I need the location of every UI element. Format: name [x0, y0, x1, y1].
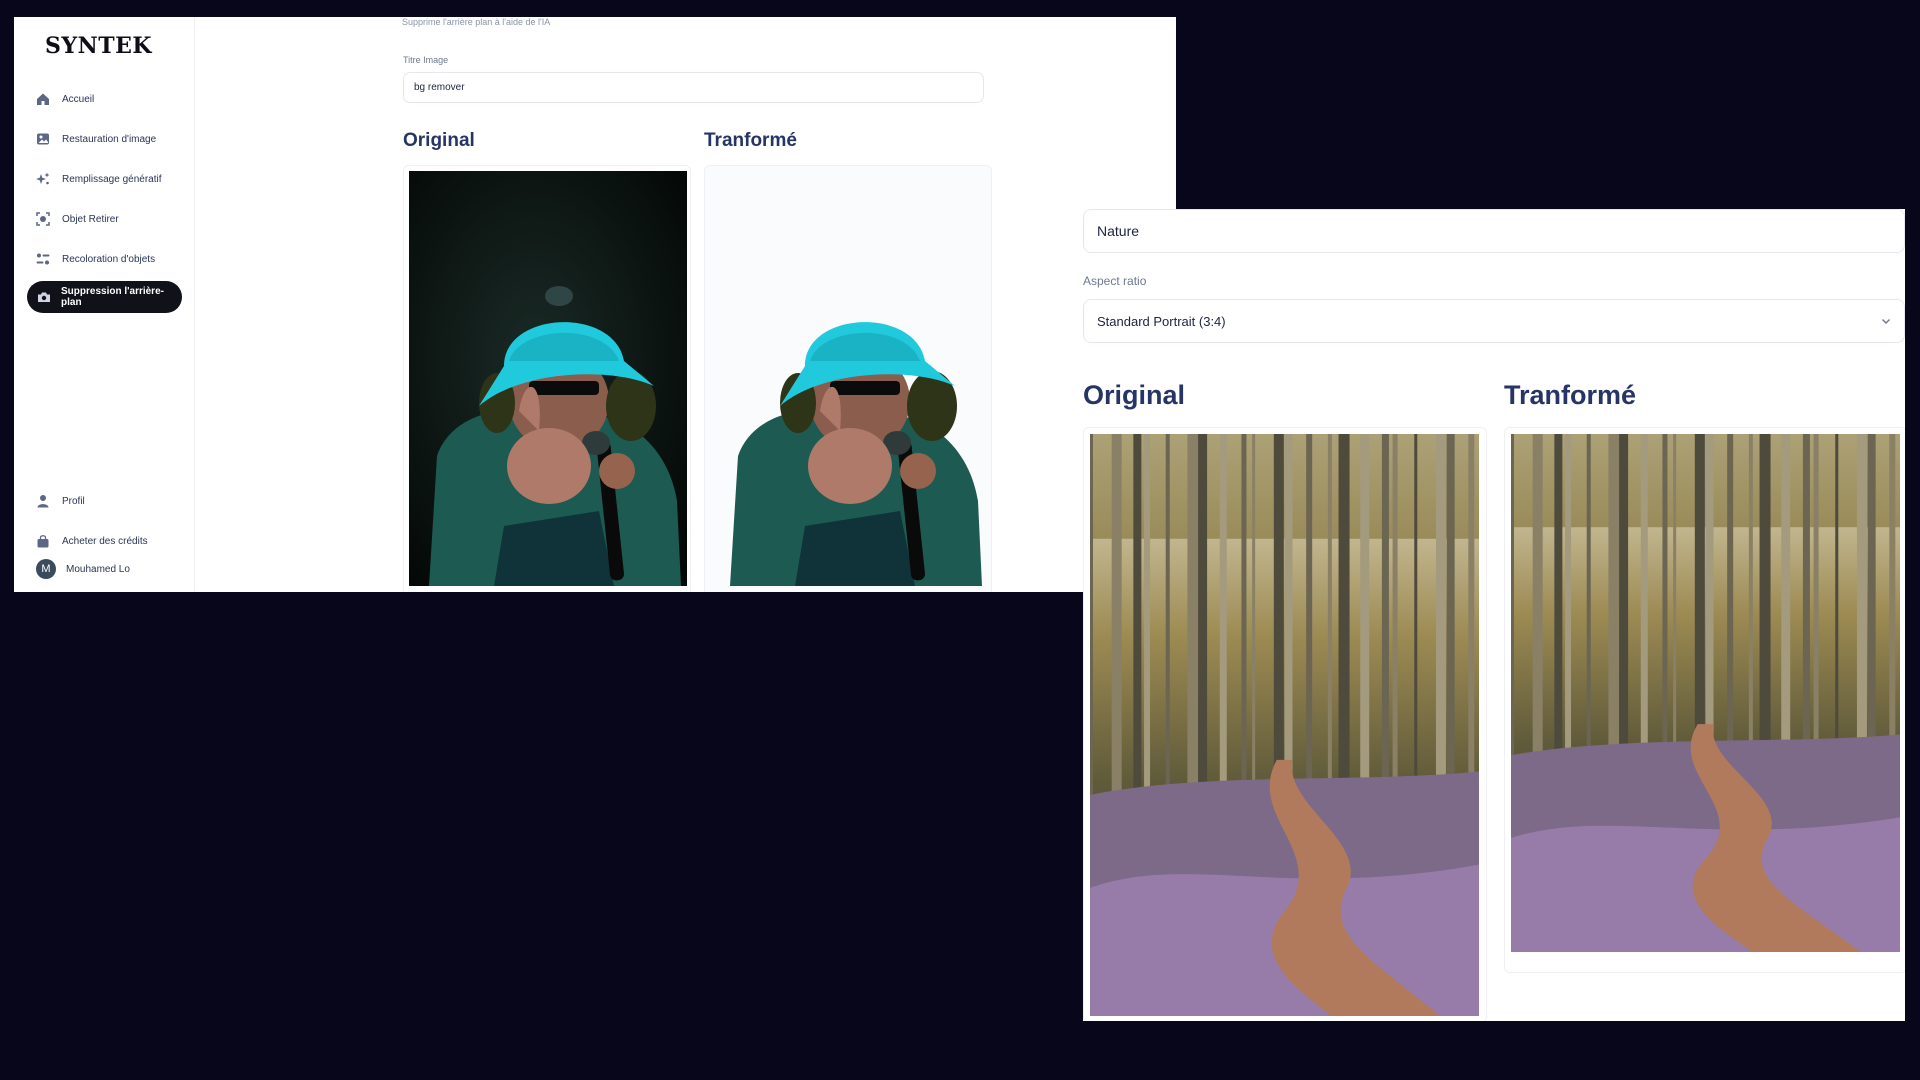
sidebar: SYNTEK Accueil Restauration d'image Remp…: [14, 17, 195, 592]
avatar: M: [36, 559, 56, 579]
sidebar-item-remplissage[interactable]: Remplissage génératif: [26, 163, 180, 195]
sidebar-item-label: Recoloration d'objets: [62, 253, 156, 265]
sidebar-item-label: Accueil: [62, 93, 95, 105]
user-name: Mouhamed Lo: [66, 563, 130, 575]
sidebar-item-restauration[interactable]: Restauration d'image: [26, 123, 180, 155]
aspect-ratio-value: Standard Portrait (3:4): [1097, 313, 1226, 329]
image-restore-icon: [36, 132, 50, 146]
app-logo[interactable]: SYNTEK: [45, 33, 152, 59]
user-icon: [36, 494, 50, 508]
title-field-label: Titre Image: [403, 55, 449, 65]
sidebar-item-label: Objet Retirer: [62, 213, 119, 225]
transformed-image-card: [1504, 427, 1905, 973]
original-image-card: [403, 165, 691, 592]
sidebar-item-label: Profil: [62, 495, 85, 507]
original-image: [409, 171, 687, 586]
title-input[interactable]: [403, 72, 984, 103]
user-menu[interactable]: M Mouhamed Lo: [36, 559, 130, 579]
sidebar-item-label: Remplissage génératif: [62, 173, 162, 185]
transformed-image-card: [704, 165, 992, 592]
shopping-bag-icon: [36, 534, 50, 548]
aspect-ratio-select[interactable]: Standard Portrait (3:4): [1083, 299, 1905, 343]
chevron-down-icon: [1880, 315, 1892, 327]
original-heading: Original: [403, 130, 475, 151]
bg-removal-window: SYNTEK Accueil Restauration d'image Remp…: [14, 17, 1176, 592]
sidebar-item-recoloration[interactable]: Recoloration d'objets: [26, 243, 180, 275]
home-icon: [36, 92, 50, 106]
sidebar-item-objet-retirer[interactable]: Objet Retirer: [26, 203, 180, 235]
original-heading: Original: [1083, 380, 1186, 410]
palette-icon: [36, 252, 50, 266]
generative-fill-window: Aspect ratio Standard Portrait (3:4) Ori…: [1083, 209, 1905, 1021]
sidebar-item-acheter-credits[interactable]: Acheter des crédits: [26, 525, 180, 557]
sidebar-item-accueil[interactable]: Accueil: [26, 83, 180, 115]
sidebar-item-profil[interactable]: Profil: [26, 485, 180, 517]
sidebar-item-label: Restauration d'image: [62, 133, 157, 145]
transformed-heading: Tranformé: [1504, 380, 1637, 410]
sidebar-item-suppression[interactable]: Suppression l'arrière-plan: [27, 281, 182, 313]
sidebar-item-label: Suppression l'arrière-plan: [61, 286, 164, 308]
sparkles-icon: [36, 172, 50, 186]
original-image-card: [1083, 427, 1487, 1021]
page-subtitle: Supprime l'arrière plan à l'aide de l'IA: [402, 17, 551, 27]
camera-icon: [37, 290, 51, 304]
transformed-image: [710, 171, 988, 586]
sidebar-item-label: Acheter des crédits: [62, 535, 148, 547]
aspect-ratio-label: Aspect ratio: [1083, 274, 1147, 288]
transformed-image: [1511, 434, 1900, 952]
transformed-heading: Tranformé: [704, 130, 797, 151]
scan-icon: [36, 212, 50, 226]
prompt-input[interactable]: [1083, 209, 1905, 253]
original-image: [1090, 434, 1479, 1016]
